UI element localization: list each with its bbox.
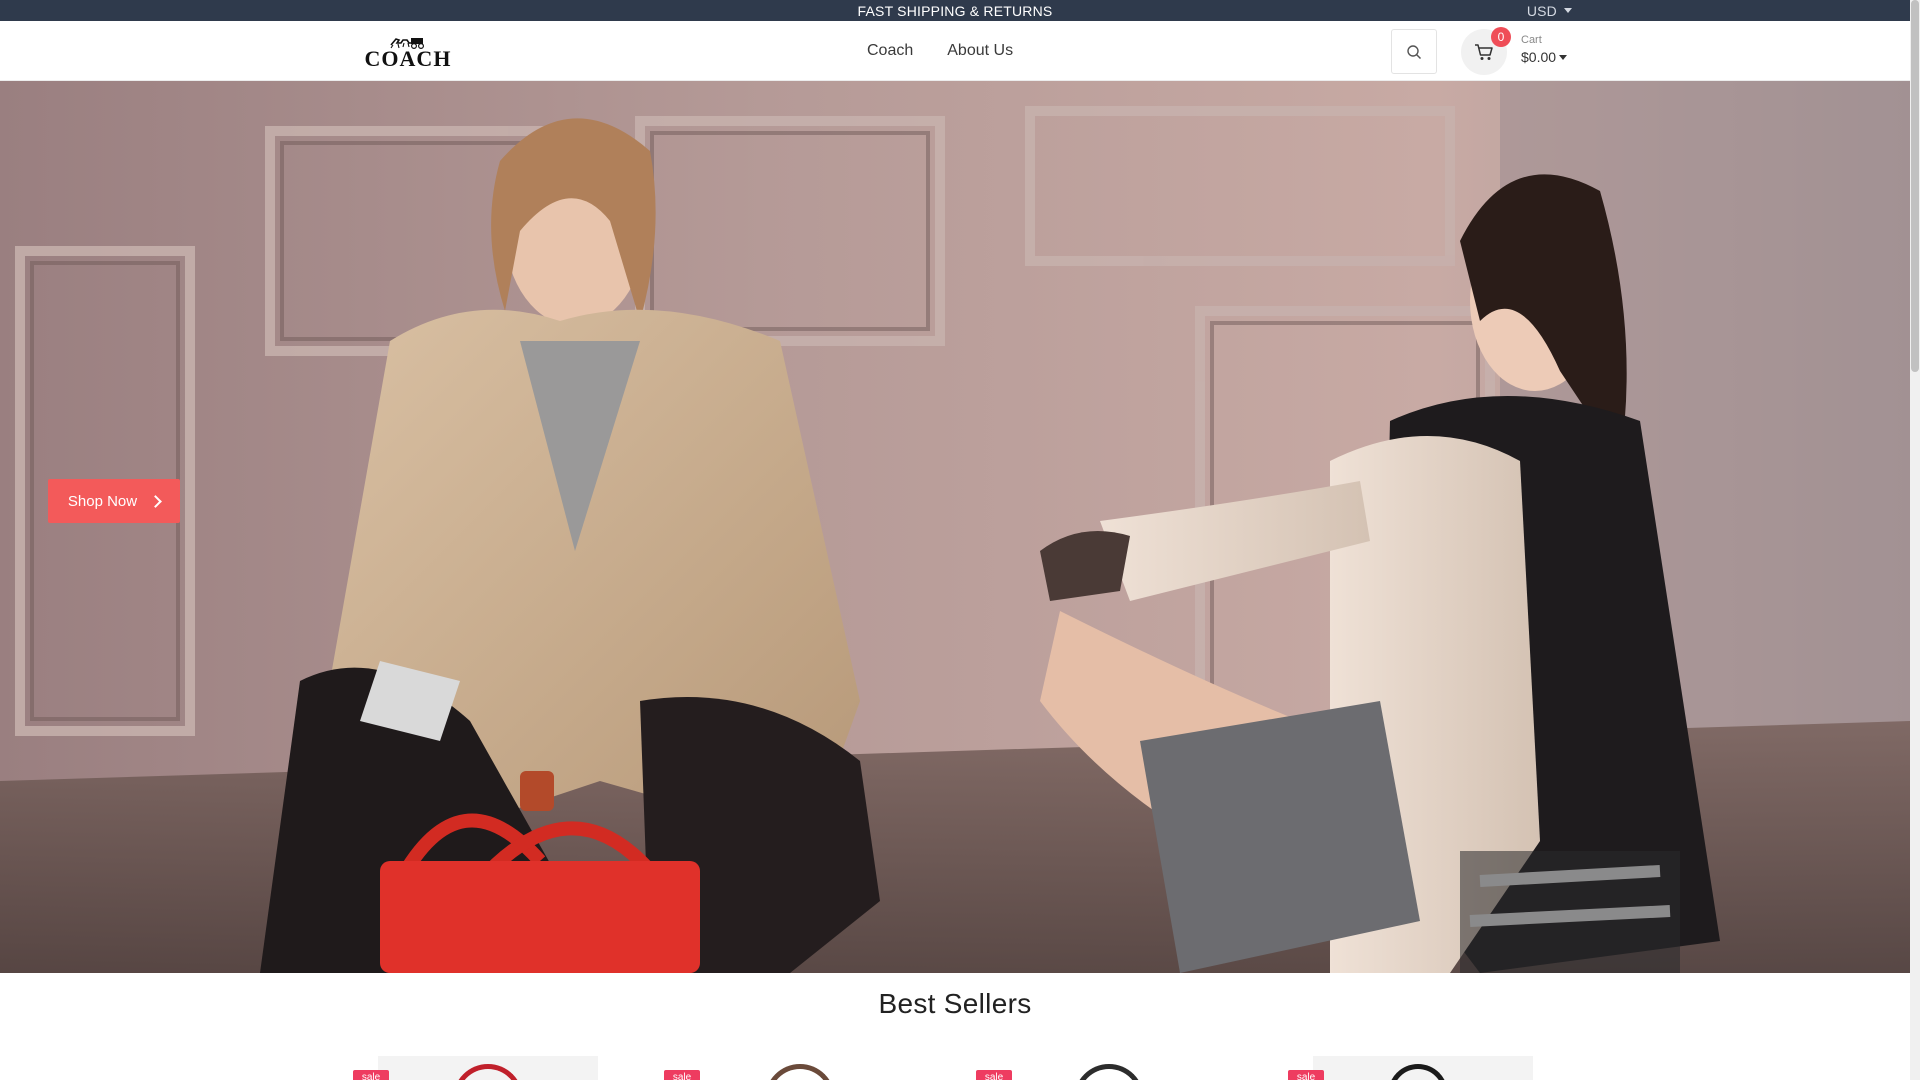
- announcement-bar: FAST SHIPPING & RETURNS USD: [0, 0, 1910, 21]
- caret-down-icon: [1559, 54, 1568, 60]
- sale-badge: sale: [976, 1070, 1012, 1080]
- sale-badge: sale: [353, 1070, 389, 1080]
- product-image: [765, 1064, 835, 1080]
- cart-label: Cart: [1521, 34, 1542, 46]
- hero-image: [0, 81, 1910, 973]
- best-sellers-title: Best Sellers: [878, 988, 1032, 1019]
- caret-down-icon: [1564, 8, 1572, 13]
- site-header: COACH Coach About Us 0 Cart $0.00: [0, 21, 1910, 81]
- product-grid: sale sale sale sale: [0, 1056, 1910, 1080]
- product-card[interactable]: [1313, 1056, 1533, 1080]
- nav-item-coach[interactable]: Coach: [867, 42, 913, 60]
- product-image: [453, 1064, 523, 1080]
- product-card[interactable]: [1002, 1056, 1222, 1080]
- cart-total: $0.00: [1521, 49, 1568, 65]
- currency-label: USD: [1526, 2, 1557, 19]
- product-card[interactable]: [378, 1056, 598, 1080]
- cart-total-value: $0.00: [1521, 49, 1557, 65]
- page: FAST SHIPPING & RETURNS USD COACH Coach …: [0, 0, 1920, 1080]
- product-card[interactable]: [690, 1056, 910, 1080]
- sale-badge: sale: [1288, 1070, 1324, 1080]
- chevron-right-icon: [149, 494, 162, 508]
- shop-now-button[interactable]: Shop Now: [48, 479, 180, 523]
- product-image: [1388, 1064, 1448, 1080]
- search-icon: [1407, 44, 1422, 59]
- announcement-text: FAST SHIPPING & RETURNS: [857, 2, 1053, 19]
- currency-selector[interactable]: USD: [1527, 2, 1572, 19]
- hero-banner: Shop Now: [0, 81, 1910, 973]
- main-nav: Coach About Us: [867, 21, 1013, 81]
- shop-now-label: Shop Now: [67, 492, 138, 510]
- nav-item-about-us[interactable]: About Us: [947, 42, 1013, 60]
- page-scrollbar[interactable]: [1910, 0, 1920, 1080]
- product-image: [1074, 1064, 1144, 1080]
- logo-text: COACH: [364, 46, 452, 71]
- search-button[interactable]: [1391, 29, 1437, 74]
- scrollbar-thumb[interactable]: [1911, 0, 1919, 372]
- sale-badge: sale: [664, 1070, 700, 1080]
- cart-icon: [1475, 44, 1493, 60]
- brand-logo[interactable]: COACH: [352, 35, 464, 71]
- cart-summary[interactable]: Cart $0.00: [1521, 34, 1568, 65]
- cart-count-badge: 0: [1491, 27, 1511, 47]
